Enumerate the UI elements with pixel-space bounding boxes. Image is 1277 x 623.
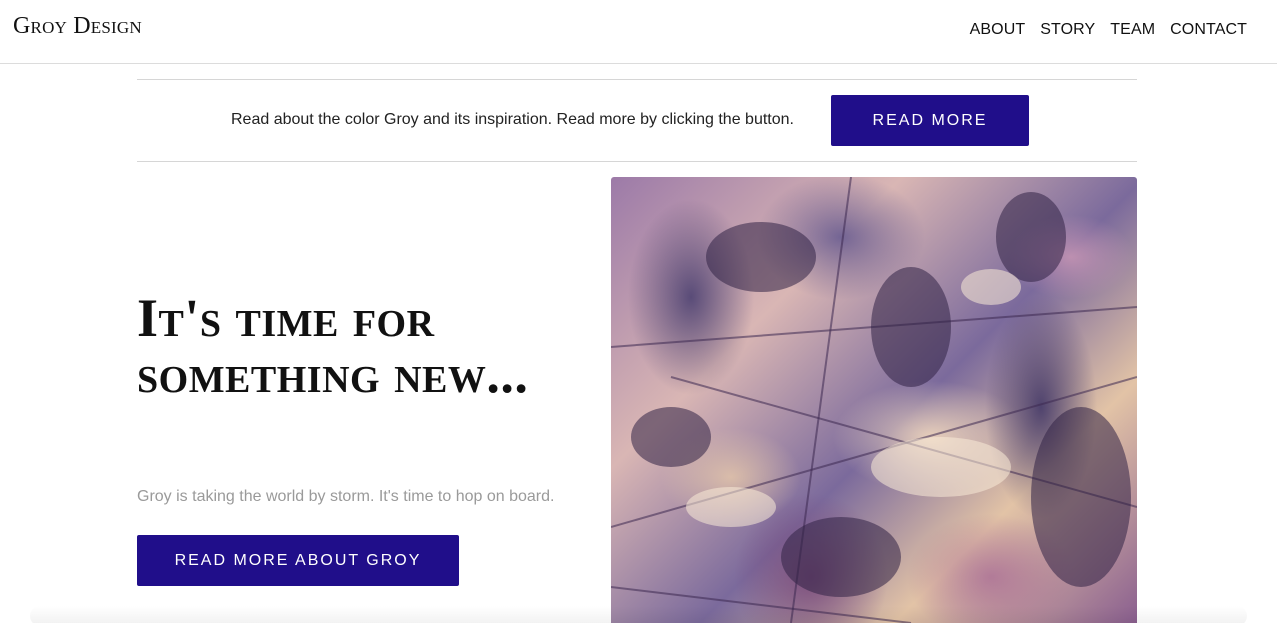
nav-story-link[interactable]: STORY bbox=[1040, 21, 1095, 39]
hero-subtitle: Groy is taking the world by storm. It's … bbox=[137, 488, 555, 505]
read-more-button[interactable]: READ MORE bbox=[831, 95, 1029, 146]
top-navbar: Groy Design ABOUT STORY TEAM CONTACT bbox=[0, 0, 1277, 64]
nav-team-link[interactable]: TEAM bbox=[1110, 21, 1155, 39]
hero-title: It's time for something new... bbox=[137, 288, 529, 404]
read-more-about-groy-button[interactable]: READ MORE ABOUT GROY bbox=[137, 535, 459, 586]
main-nav: ABOUT STORY TEAM CONTACT bbox=[955, 21, 1247, 39]
nav-contact-link[interactable]: CONTACT bbox=[1170, 21, 1247, 39]
nav-about-link[interactable]: ABOUT bbox=[970, 21, 1026, 39]
scroll-shadow bbox=[30, 606, 1247, 623]
brand-logo[interactable]: Groy Design bbox=[13, 13, 142, 40]
divider-top bbox=[137, 79, 1137, 80]
banner-text: Read about the color Groy and its inspir… bbox=[231, 111, 794, 128]
hero-image-texture bbox=[611, 177, 1137, 623]
divider-bottom bbox=[137, 161, 1137, 162]
hero-image bbox=[611, 177, 1137, 623]
